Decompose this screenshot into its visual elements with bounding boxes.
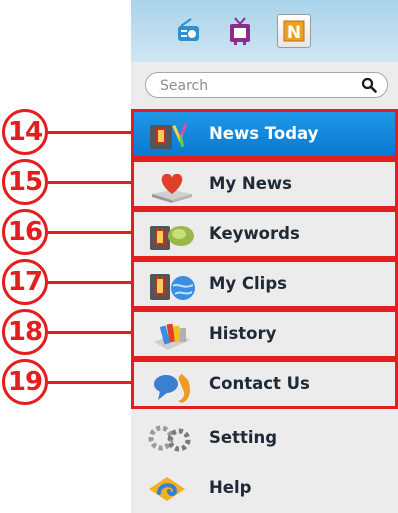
tab-news[interactable]: N [277, 14, 311, 48]
history-stack-icon [154, 323, 190, 350]
callout-leader-18 [48, 331, 132, 334]
menu-item-history[interactable]: History [131, 309, 398, 359]
tv-icon [230, 17, 250, 45]
callout-18: 18 [2, 309, 48, 355]
menu-item-my-news[interactable]: My News [131, 159, 398, 209]
callout-16: 16 [2, 209, 48, 255]
menu-item-label: Setting [209, 428, 278, 447]
menu-item-setting[interactable]: Setting [131, 413, 398, 463]
callout-14: 14 [2, 109, 48, 155]
callout-19: 19 [2, 359, 48, 405]
help-icon [149, 477, 185, 501]
menu-item-label: My Clips [209, 274, 287, 293]
menu-item-contact-us[interactable]: Contact Us [131, 359, 398, 409]
radio-icon [178, 18, 199, 41]
tab-radio[interactable] [171, 14, 205, 48]
menu-item-news-today[interactable]: News Today [131, 109, 398, 159]
menu-item-label: History [209, 324, 277, 343]
news-today-icon [150, 123, 188, 149]
menu-item-label: Contact Us [209, 374, 310, 393]
callout-17: 17 [2, 259, 48, 305]
search-icon[interactable] [361, 77, 377, 93]
keywords-icon [150, 226, 194, 250]
callout-15: 15 [2, 159, 48, 205]
callout-leader-14 [48, 131, 132, 134]
callout-leader-15 [48, 181, 132, 184]
source-tab-bar: N [131, 0, 398, 62]
search-input[interactable] [158, 76, 358, 96]
menu-item-keywords[interactable]: Keywords [131, 209, 398, 259]
tab-tv[interactable] [223, 14, 257, 48]
menu-item-label: Keywords [209, 224, 300, 243]
news-n-icon: N [283, 20, 305, 43]
callout-leader-16 [48, 231, 132, 234]
gear-icon [148, 425, 191, 452]
phone-bubble-icon [154, 374, 190, 403]
search-box [145, 72, 388, 98]
clips-globe-icon [150, 274, 195, 300]
callout-leader-17 [48, 281, 132, 284]
heart-inbox-icon [152, 173, 192, 203]
menu-item-label: My News [209, 174, 292, 193]
svg-text:N: N [287, 23, 301, 43]
menu-item-my-clips[interactable]: My Clips [131, 259, 398, 309]
menu-item-label: News Today [209, 124, 319, 143]
callout-leader-19 [48, 381, 132, 384]
